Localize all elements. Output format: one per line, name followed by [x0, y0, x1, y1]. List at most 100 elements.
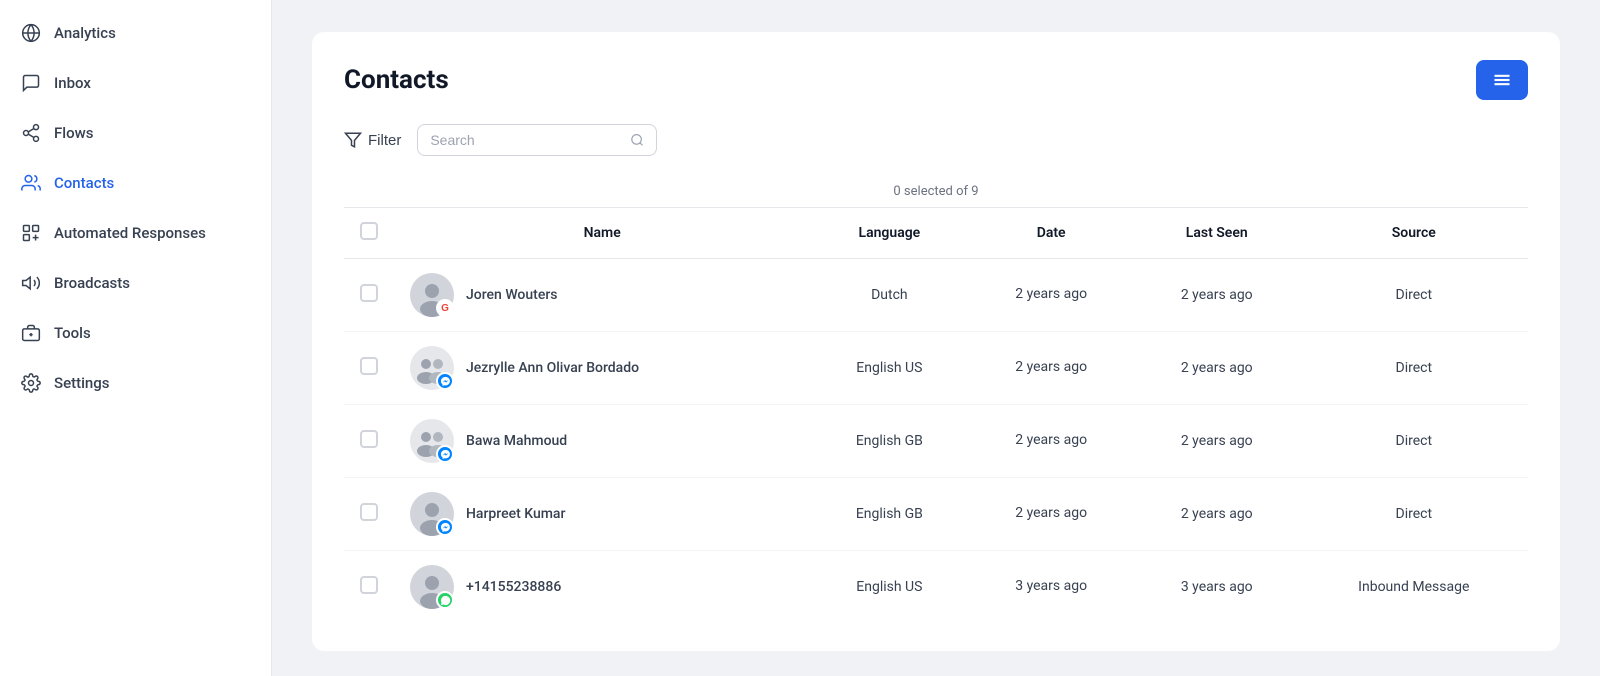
row-checkbox[interactable] [360, 503, 378, 521]
row-source: Direct [1300, 259, 1528, 332]
table-row: +14155238886 English US 3 years ago 3 ye… [344, 551, 1528, 624]
tools-icon [20, 322, 42, 344]
row-checkbox[interactable] [360, 357, 378, 375]
row-language: English GB [810, 405, 968, 478]
row-last-seen: 2 years ago [1134, 478, 1300, 551]
sidebar-label-tools: Tools [54, 324, 91, 342]
table-row: G Joren Wouters Dutch 2 years ago 2 year… [344, 259, 1528, 332]
page-title: Contacts [344, 65, 449, 95]
inbox-icon [20, 72, 42, 94]
sidebar-item-analytics[interactable]: Analytics [0, 8, 271, 58]
table-row: Bawa Mahmoud English GB 2 years ago 2 ye… [344, 405, 1528, 478]
row-checkbox-cell [344, 332, 394, 405]
contact-name: Joren Wouters [466, 287, 557, 303]
row-last-seen: 2 years ago [1134, 332, 1300, 405]
selection-info: 0 selected of 9 [344, 176, 1528, 208]
sidebar-item-tools[interactable]: Tools [0, 308, 271, 358]
row-checkbox-cell [344, 405, 394, 478]
row-last-seen: 2 years ago [1134, 259, 1300, 332]
row-language: English US [810, 551, 968, 624]
sidebar-label-analytics: Analytics [54, 24, 116, 42]
avatar: G [410, 273, 454, 317]
sidebar-label-broadcasts: Broadcasts [54, 274, 130, 292]
row-date: 2 years ago [968, 405, 1134, 478]
row-language: English US [810, 332, 968, 405]
sidebar-item-inbox[interactable]: Inbox [0, 58, 271, 108]
contact-name: Bawa Mahmoud [466, 433, 567, 449]
messenger-badge [436, 518, 454, 536]
row-source: Direct [1300, 478, 1528, 551]
avatar [410, 346, 454, 390]
avatar [410, 419, 454, 463]
contact-name: +14155238886 [466, 579, 561, 595]
table-row: Harpreet Kumar English GB 2 years ago 2 … [344, 478, 1528, 551]
col-last-seen: Last Seen [1134, 208, 1300, 259]
row-source: Inbound Message [1300, 551, 1528, 624]
sidebar-label-contacts: Contacts [54, 174, 114, 192]
filter-icon [344, 131, 362, 149]
contacts-panel: Contacts Filter [312, 32, 1560, 651]
table-row: Jezrylle Ann Olivar Bordado English US 2… [344, 332, 1528, 405]
sidebar-item-contacts[interactable]: Contacts [0, 158, 271, 208]
toolbar: Filter [344, 124, 1528, 156]
sidebar-label-automated-responses: Automated Responses [54, 224, 206, 242]
messenger-badge [436, 372, 454, 390]
col-name: Name [394, 208, 810, 259]
sidebar-item-broadcasts[interactable]: Broadcasts [0, 258, 271, 308]
sidebar-item-flows[interactable]: Flows [0, 108, 271, 158]
filter-label: Filter [368, 132, 401, 149]
flows-icon [20, 122, 42, 144]
search-input[interactable] [430, 132, 622, 148]
main-content: Contacts Filter [272, 0, 1600, 676]
col-date: Date [968, 208, 1134, 259]
google-badge: G [436, 299, 454, 317]
row-language: Dutch [810, 259, 968, 332]
select-all-header [344, 208, 394, 259]
row-source: Direct [1300, 332, 1528, 405]
select-all-checkbox[interactable] [360, 222, 378, 240]
row-last-seen: 3 years ago [1134, 551, 1300, 624]
menu-button[interactable] [1476, 60, 1528, 100]
row-checkbox-cell [344, 259, 394, 332]
contact-name: Harpreet Kumar [466, 506, 565, 522]
automated-responses-icon [20, 222, 42, 244]
row-checkbox[interactable] [360, 284, 378, 302]
sidebar-item-settings[interactable]: Settings [0, 358, 271, 408]
row-name-cell: +14155238886 [394, 551, 810, 624]
row-name-cell: Bawa Mahmoud [394, 405, 810, 478]
row-date: 2 years ago [968, 478, 1134, 551]
row-last-seen: 2 years ago [1134, 405, 1300, 478]
messenger-badge [436, 445, 454, 463]
contacts-icon [20, 172, 42, 194]
col-source: Source [1300, 208, 1528, 259]
sidebar-label-settings: Settings [54, 374, 110, 392]
sidebar-label-flows: Flows [54, 124, 93, 142]
row-date: 2 years ago [968, 259, 1134, 332]
hamburger-icon [1492, 70, 1512, 90]
filter-button[interactable]: Filter [344, 131, 401, 149]
analytics-icon [20, 22, 42, 44]
row-checkbox[interactable] [360, 576, 378, 594]
sidebar: Analytics Inbox Flows C [0, 0, 272, 676]
row-name-cell: Harpreet Kumar [394, 478, 810, 551]
sidebar-item-automated-responses[interactable]: Automated Responses [0, 208, 271, 258]
settings-icon [20, 372, 42, 394]
row-language: English GB [810, 478, 968, 551]
broadcasts-icon [20, 272, 42, 294]
row-date: 2 years ago [968, 332, 1134, 405]
row-name-cell: Jezrylle Ann Olivar Bordado [394, 332, 810, 405]
search-icon [630, 132, 644, 148]
panel-header: Contacts [344, 60, 1528, 100]
avatar [410, 565, 454, 609]
sidebar-label-inbox: Inbox [54, 74, 91, 92]
row-name-cell: G Joren Wouters [394, 259, 810, 332]
avatar [410, 492, 454, 536]
col-language: Language [810, 208, 968, 259]
row-date: 3 years ago [968, 551, 1134, 624]
contact-name: Jezrylle Ann Olivar Bordado [466, 360, 639, 376]
row-source: Direct [1300, 405, 1528, 478]
whatsapp-badge [436, 591, 454, 609]
row-checkbox-cell [344, 478, 394, 551]
row-checkbox[interactable] [360, 430, 378, 448]
search-box [417, 124, 657, 156]
